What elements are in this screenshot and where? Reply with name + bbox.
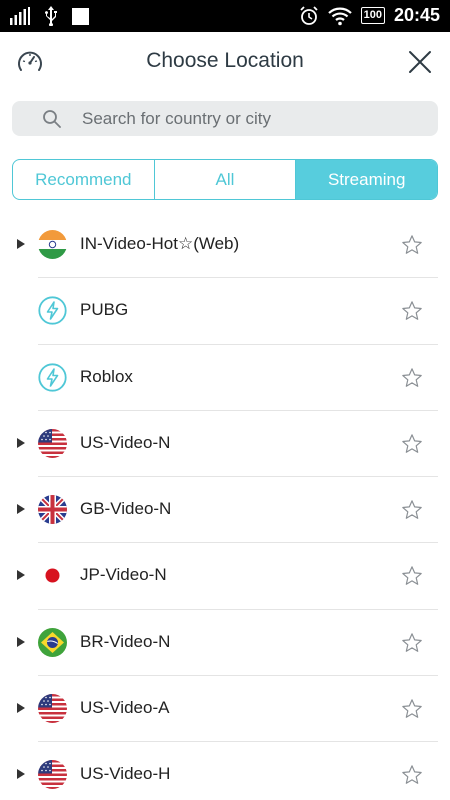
star-icon[interactable] xyxy=(401,698,423,720)
star-icon[interactable] xyxy=(401,234,423,256)
expand-arrow-icon[interactable] xyxy=(17,769,25,780)
star-icon[interactable] xyxy=(401,632,423,654)
close-icon[interactable] xyxy=(408,50,432,74)
location-label: US-Video-H xyxy=(80,764,171,784)
page-title: Choose Location xyxy=(146,49,304,72)
expand-arrow-icon[interactable] xyxy=(17,437,25,448)
tab-recommend[interactable]: Recommend xyxy=(13,160,155,199)
expand-arrow-icon[interactable] xyxy=(17,703,25,714)
location-label: GB-Video-N xyxy=(80,499,172,519)
list-item[interactable]: US-Video-H xyxy=(0,742,450,800)
location-label: Roblox xyxy=(80,366,133,386)
list-item[interactable]: Roblox xyxy=(0,345,450,411)
location-label: US-Video-N xyxy=(80,432,171,452)
notification-icon xyxy=(72,7,89,25)
list-item[interactable]: US-Video-A xyxy=(0,676,450,743)
expand-arrow-icon[interactable] xyxy=(17,570,25,581)
list-item[interactable]: PUBG xyxy=(0,278,450,345)
br-flag-icon xyxy=(38,627,67,657)
star-icon[interactable] xyxy=(401,499,423,521)
tab-all[interactable]: All xyxy=(155,160,297,199)
location-list: IN-Video-Hot☆(Web) PUBG Roblox US-Video-… xyxy=(0,212,450,800)
status-time: 20:45 xyxy=(393,5,440,25)
jp-flag-icon xyxy=(38,561,67,591)
location-label: JP-Video-N xyxy=(80,565,167,585)
location-label: IN-Video-Hot☆(Web) xyxy=(80,234,240,253)
signal-bars-icon xyxy=(10,7,30,25)
list-item[interactable]: BR-Video-N xyxy=(0,610,450,677)
us-flag-icon xyxy=(38,694,67,724)
location-label: BR-Video-N xyxy=(80,631,171,651)
star-icon[interactable] xyxy=(401,300,423,322)
lightning-icon xyxy=(38,362,67,392)
list-item[interactable]: US-Video-N xyxy=(0,411,450,478)
location-label: US-Video-A xyxy=(80,698,170,718)
us-flag-icon xyxy=(38,760,67,790)
list-item[interactable]: JP-Video-N xyxy=(0,543,450,610)
alarm-icon xyxy=(299,5,318,25)
india-flag-icon xyxy=(38,230,67,259)
search-bar[interactable] xyxy=(12,101,438,136)
expand-arrow-icon[interactable] xyxy=(17,636,25,647)
tab-bar: Recommend All Streaming xyxy=(12,159,438,200)
star-icon[interactable] xyxy=(401,565,423,587)
lightning-icon xyxy=(38,296,67,325)
us-flag-icon xyxy=(38,428,67,458)
list-item[interactable]: IN-Video-Hot☆(Web) xyxy=(0,212,450,279)
gb-flag-icon xyxy=(38,495,67,525)
location-label: PUBG xyxy=(80,300,129,320)
wifi-icon xyxy=(327,7,352,25)
tab-streaming[interactable]: Streaming xyxy=(296,160,437,199)
status-bar: 100 20:45 xyxy=(0,0,450,32)
battery-icon: 100 xyxy=(360,7,385,24)
search-icon xyxy=(43,110,61,128)
star-icon[interactable] xyxy=(401,367,423,389)
header: Choose Location xyxy=(0,32,450,92)
list-item[interactable]: GB-Video-N xyxy=(0,477,450,544)
star-icon[interactable] xyxy=(401,433,423,455)
usb-icon xyxy=(45,6,57,26)
expand-arrow-icon[interactable] xyxy=(17,504,25,515)
expand-arrow-icon[interactable] xyxy=(17,239,25,249)
search-input[interactable] xyxy=(82,101,422,136)
star-icon[interactable] xyxy=(401,764,423,786)
